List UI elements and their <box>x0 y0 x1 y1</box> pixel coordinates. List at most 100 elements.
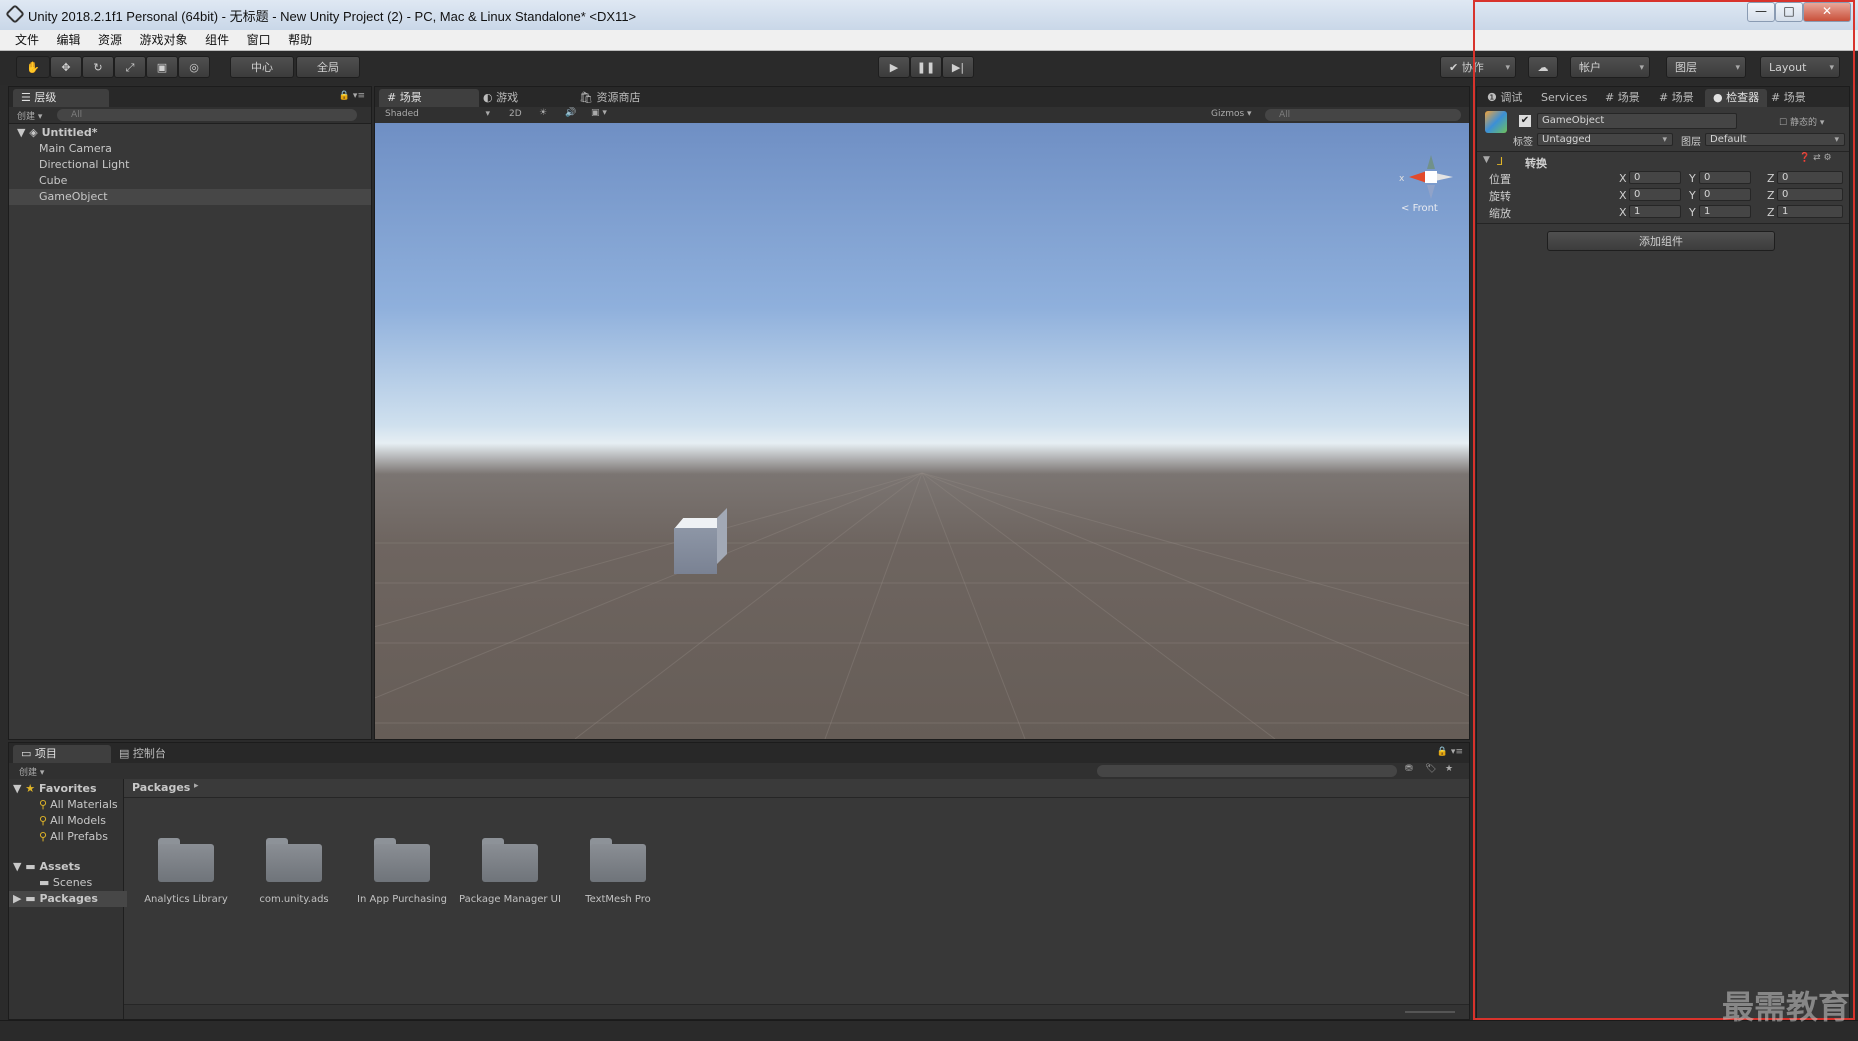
tab-game[interactable]: ◐ 游戏 <box>475 89 526 107</box>
pivot-label: 中心 <box>251 61 273 74</box>
layers-dropdown[interactable]: 图层 <box>1666 56 1746 79</box>
maximize-button[interactable]: □ <box>1775 2 1803 22</box>
rotation-x-field[interactable]: 0 <box>1629 188 1681 201</box>
tree-all-materials[interactable]: All Materials <box>39 797 118 813</box>
tree-all-prefabs[interactable]: All Prefabs <box>39 829 108 845</box>
scene-viewport[interactable]: x < Front <box>375 123 1469 739</box>
panel-menu-icon[interactable]: 🔒 ▾≡ <box>339 91 365 101</box>
space-toggle-button[interactable]: 全局 <box>296 56 360 78</box>
position-y-field[interactable]: 0 <box>1699 171 1751 184</box>
static-checkbox[interactable]: ☐ 静态的 ▾ <box>1779 115 1824 128</box>
rotation-z-field[interactable]: 0 <box>1777 188 1843 201</box>
tree-assets[interactable]: ▼ ▬ Assets <box>13 859 80 875</box>
effects-dropdown-icon[interactable]: ▣ ▾ <box>591 108 607 118</box>
hierarchy-tab-label: 层级 <box>34 91 57 104</box>
icon-size-slider[interactable] <box>1405 1011 1455 1013</box>
step-button[interactable]: ▶| <box>942 56 974 78</box>
hierarchy-search-input[interactable]: All <box>57 109 357 121</box>
collab-dropdown[interactable]: ✔ 协作 <box>1440 56 1516 79</box>
rotation-z-label: Z <box>1767 189 1775 202</box>
tag-dropdown[interactable]: Untagged <box>1537 133 1673 146</box>
scale-z-field[interactable]: 1 <box>1777 205 1843 218</box>
cloud-icon[interactable]: ☁ <box>1528 56 1558 78</box>
scene-tab-label: 场景 <box>399 91 422 104</box>
breadcrumb-packages[interactable]: Packages <box>132 781 190 794</box>
shading-dropdown[interactable]: Shaded <box>385 109 495 119</box>
create-dropdown[interactable]: 创建 ▾ <box>17 109 42 122</box>
account-dropdown[interactable]: 帐户 <box>1570 56 1650 79</box>
hierarchy-item-main-camera[interactable]: Main Camera <box>9 141 371 157</box>
tab-debug[interactable]: ❶ 调试 <box>1479 89 1530 107</box>
layout-dropdown[interactable]: Layout <box>1760 56 1840 79</box>
menu-component[interactable]: 组件 <box>198 30 236 50</box>
tree-favorites[interactable]: ▼ ★ Favorites <box>13 781 97 797</box>
game-tab-label: 游戏 <box>496 91 519 104</box>
rect-tool-icon[interactable]: ▣ <box>146 56 178 78</box>
tab-scene-2[interactable]: # 场景 <box>1597 89 1648 107</box>
scale-x-label: X <box>1619 206 1627 219</box>
scene-root-item[interactable]: ▼ ◈ Untitled* <box>9 125 371 141</box>
menu-assets[interactable]: 资源 <box>91 30 129 50</box>
tree-scenes[interactable]: ▬ Scenes <box>39 875 92 891</box>
layer-dropdown[interactable]: Default <box>1705 133 1845 146</box>
project-search-input[interactable] <box>1097 765 1397 777</box>
gizmos-dropdown[interactable]: Gizmos ▾ <box>1211 109 1252 119</box>
menu-help[interactable]: 帮助 <box>281 30 319 50</box>
mode-2d-toggle[interactable]: 2D <box>509 109 522 119</box>
tab-inspector[interactable]: ● 检查器 <box>1705 89 1768 107</box>
transform-foldout-icon[interactable]: ▼ <box>1483 155 1490 165</box>
position-z-field[interactable]: 0 <box>1777 171 1843 184</box>
menu-edit[interactable]: 编辑 <box>50 30 88 50</box>
tab-scene[interactable]: # 场景 <box>379 89 479 107</box>
audio-toggle-icon[interactable]: 🔊 <box>565 108 576 118</box>
packages-label: Packages <box>39 892 98 905</box>
hierarchy-item-cube[interactable]: Cube <box>9 173 371 189</box>
play-button[interactable]: ▶ <box>878 56 910 78</box>
scene-search-input[interactable]: All <box>1265 109 1461 121</box>
tab-scene-4[interactable]: # 场景 <box>1763 89 1814 107</box>
pause-button[interactable]: ❚❚ <box>910 56 942 78</box>
tab-services[interactable]: Services <box>1533 89 1595 107</box>
component-help-icon[interactable]: ❓ ⇄ ⚙ <box>1799 153 1832 163</box>
scale-y-field[interactable]: 1 <box>1699 205 1751 218</box>
scale-x-field[interactable]: 1 <box>1629 205 1681 218</box>
favorites-star-icon: ★ <box>25 782 36 795</box>
move-tool-icon[interactable]: ✥ <box>50 56 82 78</box>
orientation-gizmo[interactable]: x <box>1381 133 1461 213</box>
add-component-button[interactable]: 添加组件 <box>1547 231 1775 251</box>
menu-file[interactable]: 文件 <box>8 30 46 50</box>
menu-window[interactable]: 窗口 <box>240 30 278 50</box>
rotate-tool-icon[interactable]: ↻ <box>82 56 114 78</box>
menu-gameobject[interactable]: 游戏对象 <box>133 30 195 50</box>
tab-hierarchy[interactable]: ☰ 层级 <box>13 89 109 107</box>
tab-scene-3[interactable]: # 场景 <box>1651 89 1702 107</box>
tab-project[interactable]: ▭ 项目 <box>13 745 111 763</box>
filter-type-icon[interactable]: ⛃ <box>1405 764 1413 774</box>
tab-asset-store[interactable]: 🛍 资源商店 <box>571 89 648 107</box>
favorites-label: Favorites <box>39 782 97 795</box>
favorite-star-icon[interactable]: ★ <box>1445 764 1453 774</box>
tab-console[interactable]: ▤ 控制台 <box>111 745 174 763</box>
hierarchy-item-gameobject[interactable]: GameObject <box>9 189 371 205</box>
position-x-field[interactable]: 0 <box>1629 171 1681 184</box>
tree-all-models[interactable]: All Models <box>39 813 106 829</box>
transform-tool-icon[interactable]: ◎ <box>178 56 210 78</box>
folder-label: com.unity.ads <box>259 894 329 905</box>
pivot-toggle-button[interactable]: 中心 <box>230 56 294 78</box>
project-create-dropdown[interactable]: 创建 ▾ <box>19 765 44 778</box>
hand-tool-icon[interactable]: ✋ <box>16 56 50 78</box>
minimize-button[interactable]: — <box>1747 2 1775 22</box>
close-button[interactable]: ✕ <box>1803 2 1851 22</box>
hierarchy-item-directional-light[interactable]: Directional Light <box>9 157 371 173</box>
object-name-field[interactable]: GameObject <box>1537 113 1737 129</box>
tree-packages[interactable]: ▶ ▬ Packages <box>9 891 127 907</box>
filter-label-icon[interactable]: 🏷 <box>1425 764 1436 774</box>
active-checkbox[interactable]: ✔ <box>1519 115 1531 127</box>
inspector-tab-label: 检查器 <box>1726 91 1760 104</box>
rotation-x-label: X <box>1619 189 1627 202</box>
scale-tool-icon[interactable]: ⤢ <box>114 56 146 78</box>
rotation-y-field[interactable]: 0 <box>1699 188 1751 201</box>
project-panel-menu-icon[interactable]: 🔒 ▾≡ <box>1437 747 1463 757</box>
rotation-label: 旋转 <box>1489 190 1511 203</box>
lighting-toggle-icon[interactable]: ☀ <box>539 108 547 118</box>
